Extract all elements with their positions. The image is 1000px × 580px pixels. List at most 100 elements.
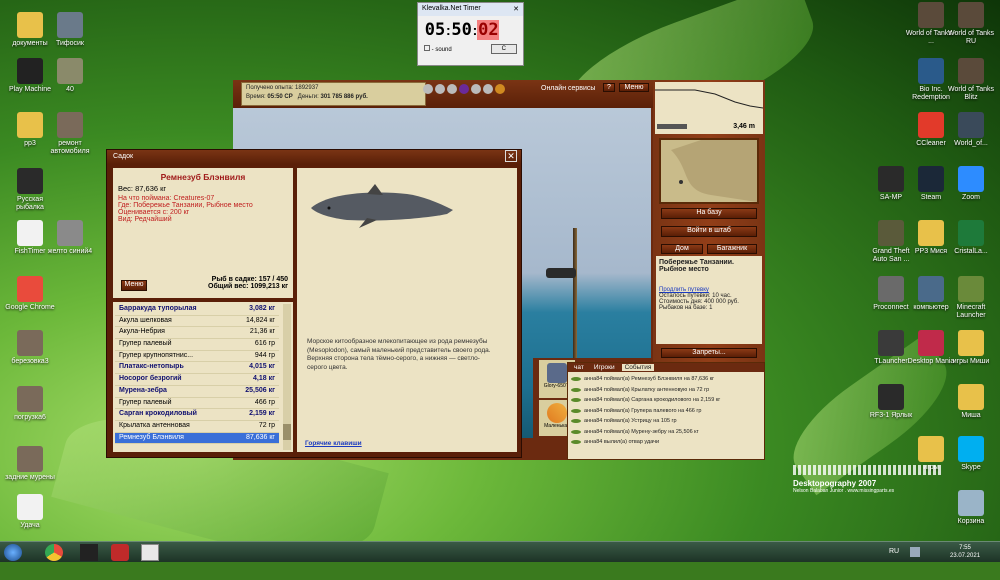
rf3-taskbar-icon[interactable]: [80, 544, 98, 561]
app-icon: [17, 494, 43, 520]
timer-titlebar[interactable]: Klevalka.Net Timer ✕: [418, 3, 523, 16]
desktop-icon[interactable]: Minecraft Launcher: [945, 276, 997, 320]
experience-text: Получено опыта: 1892937: [246, 85, 319, 91]
desktop-icon[interactable]: Skype: [945, 436, 997, 472]
keepnet-count: Рыб в садке: 157 / 450: [211, 276, 288, 283]
tray-icons[interactable]: [910, 547, 920, 557]
clock[interactable]: 7:55 23.07.2021: [950, 544, 980, 560]
desktop-icon[interactable]: погрузка6: [4, 386, 56, 422]
desktop-icon[interactable]: 40: [44, 58, 96, 94]
timer-hours: 05: [424, 20, 446, 40]
fish-list-item[interactable]: Групер крупнопятнис... 944 гр: [115, 351, 279, 363]
desktop-icon[interactable]: Удача: [4, 494, 56, 530]
desktop-icon[interactable]: ремонт автомобиля: [44, 112, 96, 156]
chat-tab[interactable]: Игроки: [591, 364, 618, 371]
desktop-icon[interactable]: березовка3: [4, 330, 56, 366]
start-button[interactable]: [4, 544, 22, 561]
fish-list-item[interactable]: Крылатка антенновая 72 гр: [115, 421, 279, 433]
enter-hq-button[interactable]: Войти в штаб: [661, 226, 757, 237]
fish-list-item[interactable]: Мурена-зебра 25,506 кг: [115, 386, 279, 398]
reset-button[interactable]: C: [490, 44, 517, 54]
fish-info-panel: Ремнезуб Блэнвиля Вес: 87,636 кг На что …: [113, 168, 293, 298]
timer-taskbar-icon[interactable]: [111, 544, 129, 561]
desktop-icon[interactable]: World_of...: [945, 112, 997, 148]
fish-list-item[interactable]: Акула-Небрия 21,36 кг: [115, 327, 279, 340]
chrome-taskbar-icon[interactable]: [45, 544, 63, 561]
timer-seconds: 02: [477, 20, 500, 40]
fish-list-item[interactable]: Носорог безрогий 4,18 кг: [115, 374, 279, 386]
fish-list-item[interactable]: Сарган крокодиловый 2,159 кг: [115, 409, 279, 421]
tool-icons: [423, 84, 505, 94]
chat-text: анна84 поймал(а) Саргана крокодилового н…: [584, 397, 721, 404]
menu-button[interactable]: Меню: [619, 83, 649, 92]
chat-panel: чат Игроки События анна84 поймал(а) Ремнез…: [567, 362, 765, 460]
tab-luggage[interactable]: Багажник: [707, 244, 757, 254]
location-title: Побережье Танзании. Рыбное место: [659, 259, 734, 273]
desktop-icon-label: Google Chrome: [5, 304, 55, 311]
tool-icon[interactable]: [495, 84, 505, 94]
fish-bait: На что поймана: Creatures-07: [118, 195, 215, 202]
app-icon: [958, 436, 984, 462]
scrollbar-thumb[interactable]: [283, 424, 291, 440]
language-indicator[interactable]: RU: [889, 548, 899, 555]
desktop-icon[interactable]: Google Chrome: [4, 276, 56, 312]
app-icon: [17, 276, 43, 302]
app-icon: [17, 168, 43, 194]
desktop-icon[interactable]: Корзина: [945, 490, 997, 526]
chat-text: анна84 поймал(а) Устрицу на 105 гр: [584, 418, 677, 425]
tool-icon[interactable]: [447, 84, 457, 94]
dialog-menu-button[interactable]: Меню: [121, 280, 147, 291]
reel-icon: [547, 363, 567, 383]
desktop-icon[interactable]: World of Tanks RU: [945, 2, 997, 46]
fish-list-item[interactable]: Ремнезуб Блэнвиля 87,636 кг: [115, 432, 279, 445]
desktop-icon-label: World of Tanks Blitz: [947, 86, 995, 101]
tool-icon[interactable]: [459, 84, 469, 94]
fish-list-item[interactable]: Групер палевый 466 гр: [115, 398, 279, 410]
close-icon[interactable]: ✕: [505, 150, 517, 162]
money-value: 301 785 886 руб.: [320, 94, 368, 100]
desktop-icon[interactable]: Тифосик: [44, 12, 96, 48]
fish-list-item[interactable]: Групер палевый 616 гр: [115, 339, 279, 351]
desktop-icon[interactable]: Русская рыбалка: [4, 168, 56, 212]
chat-line: анна84 поймал(а) Крылатку антенновую на …: [571, 385, 761, 396]
timer-window[interactable]: Klevalka.Net Timer ✕ 05: 50: 02 - sound C: [417, 2, 524, 66]
tool-icon[interactable]: [483, 84, 493, 94]
desktop-icon[interactable]: World of Tanks Blitz: [945, 58, 997, 102]
keepnet-stats: Рыб в садке: 157 / 450 Общий вес: 1099,2…: [208, 276, 288, 290]
online-services-button[interactable]: Онлайн сервисы: [538, 84, 598, 93]
fish-description: Морское китообразное млекопитающее из ро…: [307, 338, 491, 371]
scrollbar[interactable]: [283, 304, 291, 450]
close-icon[interactable]: ✕: [513, 5, 519, 14]
fish-list-weight: 616 гр: [254, 340, 275, 348]
keepnet-total-weight: Общий вес: 1099,213 кг: [208, 283, 288, 290]
help-button[interactable]: ?: [603, 83, 615, 92]
bans-button[interactable]: Запреты...: [661, 348, 757, 358]
time-label: Время:: [246, 94, 266, 100]
chat-tab[interactable]: чат: [571, 364, 587, 371]
desktop-icon[interactable]: задние мурены: [4, 446, 56, 482]
tab-home[interactable]: Дом: [661, 244, 703, 254]
desktop-icon[interactable]: Миша: [945, 384, 997, 420]
desktop-icon[interactable]: CristalLa...: [945, 220, 997, 256]
app-icon: [17, 58, 43, 84]
minimap[interactable]: [659, 138, 759, 204]
chat-tab[interactable]: События: [621, 364, 655, 371]
hotkeys-link[interactable]: Горячие клавиши: [305, 440, 362, 447]
desktop-icon[interactable]: желто синий4: [44, 220, 96, 256]
sound-checkbox[interactable]: [424, 45, 430, 51]
desktop-icon[interactable]: RF3-1 Ярлык: [865, 384, 917, 420]
chat-text: анна84 вылил(а) отвар удачи: [584, 439, 660, 446]
fish-list-item[interactable]: Акула шелковая 14,824 кг: [115, 316, 279, 328]
desktop-icon[interactable]: игры Миши: [945, 330, 997, 366]
tool-icon[interactable]: [423, 84, 433, 94]
fish-list-weight: 21,36 кг: [249, 328, 275, 336]
fish-list-item[interactable]: Платакс-нетопырь 4,015 кг: [115, 362, 279, 375]
window-taskbar-icon[interactable]: [141, 544, 159, 561]
tool-icon[interactable]: [435, 84, 445, 94]
chat-line: анна84 поймал(а) Мурену-зебру на 25,506 …: [571, 427, 761, 438]
to-base-button[interactable]: На базу: [661, 208, 757, 219]
app-icon: [918, 112, 944, 138]
tool-icon[interactable]: [471, 84, 481, 94]
fish-list-item[interactable]: Барракуда тупорылая 3,082 кг: [115, 304, 279, 316]
desktop-icon[interactable]: Zoom: [945, 166, 997, 202]
